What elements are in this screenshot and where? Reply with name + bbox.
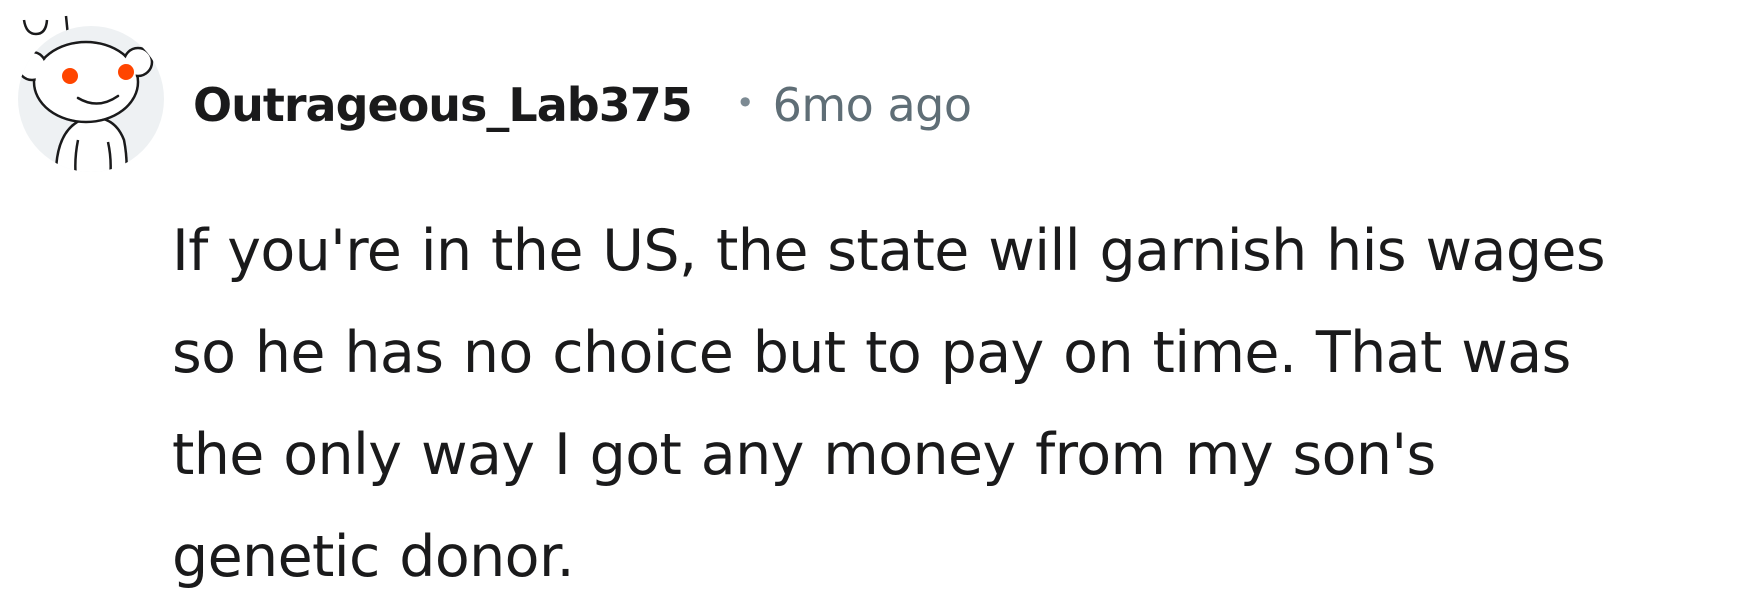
comment-body-line: so he has no choice but to pay on time. …	[172, 320, 1571, 386]
comment-body-line: genetic donor.	[172, 524, 575, 590]
comment-timestamp[interactable]: 6mo ago	[773, 78, 972, 132]
comment-body-line: the only way I got any money from my son…	[172, 422, 1436, 488]
comment: Outrageous_Lab375 • 6mo ago If you're in…	[0, 0, 1740, 608]
comment-header: Outrageous_Lab375 • 6mo ago	[193, 70, 972, 140]
meta-separator: •	[735, 84, 755, 122]
comment-body: If you're in the US, the state will garn…	[172, 200, 1732, 608]
author-username[interactable]: Outrageous_Lab375	[193, 78, 693, 132]
snoo-avatar-icon[interactable]	[16, 10, 166, 174]
comment-body-line: If you're in the US, the state will garn…	[172, 218, 1606, 284]
